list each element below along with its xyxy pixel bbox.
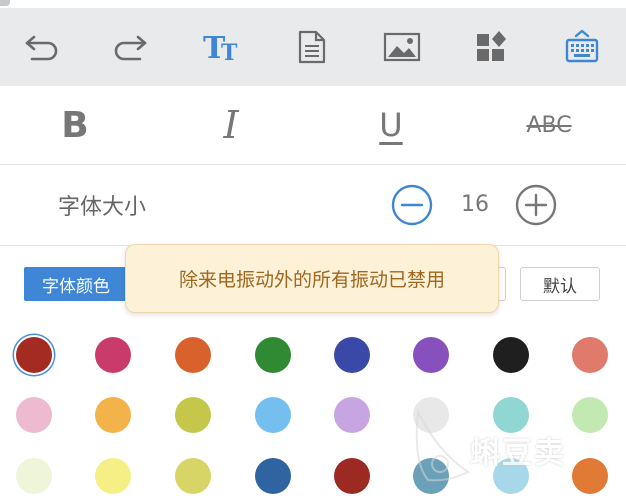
- color-swatch[interactable]: [413, 337, 449, 373]
- default-color-button[interactable]: 默认: [520, 267, 600, 301]
- widgets-icon: [477, 31, 506, 61]
- color-swatch[interactable]: [175, 337, 211, 373]
- text-style-icon: T T: [203, 31, 238, 64]
- color-swatch[interactable]: [95, 397, 131, 433]
- redo-icon: [114, 35, 147, 61]
- underline-button[interactable]: U: [356, 98, 426, 152]
- format-row: B I U ABC: [0, 86, 626, 165]
- color-swatch[interactable]: [16, 458, 52, 494]
- plus-circle-icon: [515, 184, 557, 226]
- toast-notification: 除来电振动外的所有振动已禁用: [125, 244, 499, 313]
- color-swatch[interactable]: [334, 397, 370, 433]
- bold-button[interactable]: B: [40, 98, 110, 152]
- text-style-button[interactable]: T T: [196, 22, 248, 72]
- color-swatch[interactable]: [95, 337, 131, 373]
- color-swatch[interactable]: [175, 397, 211, 433]
- color-swatch[interactable]: [16, 337, 52, 373]
- color-swatch[interactable]: [334, 458, 370, 494]
- color-swatch[interactable]: [255, 397, 291, 433]
- watermark-text: 蝌豆卖: [470, 436, 566, 471]
- keyboard-toggle-button[interactable]: [556, 22, 608, 72]
- color-swatch-grid: [0, 320, 626, 504]
- minus-circle-icon: [391, 184, 433, 226]
- svg-text:T: T: [221, 40, 238, 64]
- toast-message: 除来电振动外的所有振动已禁用: [178, 269, 445, 291]
- top-strip: [0, 0, 626, 8]
- font-size-row: 字体大小 16: [0, 165, 626, 246]
- editor-toolbar: T T: [0, 8, 626, 87]
- color-swatch[interactable]: [413, 458, 449, 494]
- color-swatch[interactable]: [255, 337, 291, 373]
- font-size-value: 16: [461, 192, 489, 217]
- color-swatch[interactable]: [413, 397, 449, 433]
- strikethrough-button[interactable]: ABC: [514, 98, 584, 152]
- decrease-size-button[interactable]: [391, 184, 433, 226]
- keyboard-icon: [565, 29, 599, 63]
- undo-button[interactable]: [16, 22, 68, 72]
- italic-button[interactable]: I: [196, 98, 266, 152]
- color-swatch[interactable]: [493, 337, 529, 373]
- status-nub: [0, 0, 10, 6]
- color-swatch[interactable]: [175, 458, 211, 494]
- color-swatch[interactable]: [572, 397, 608, 433]
- color-swatch[interactable]: [255, 458, 291, 494]
- document-button[interactable]: [286, 22, 338, 72]
- color-swatch[interactable]: [16, 397, 52, 433]
- widgets-button[interactable]: [466, 22, 518, 72]
- image-icon: [383, 32, 421, 62]
- color-swatch[interactable]: [572, 458, 608, 494]
- color-swatch[interactable]: [334, 337, 370, 373]
- document-icon: [298, 30, 326, 64]
- image-button[interactable]: [376, 22, 428, 72]
- redo-button[interactable]: [104, 22, 156, 72]
- tab-font-color[interactable]: 字体颜色: [24, 267, 128, 301]
- color-swatch[interactable]: [572, 337, 608, 373]
- increase-size-button[interactable]: [515, 184, 557, 226]
- color-swatch[interactable]: [95, 458, 131, 494]
- font-size-label: 字体大小: [58, 195, 147, 220]
- undo-icon: [25, 35, 58, 61]
